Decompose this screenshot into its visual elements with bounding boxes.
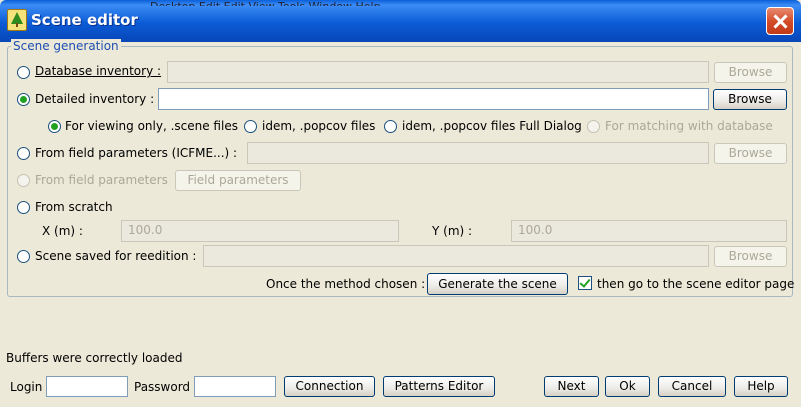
- ok-button[interactable]: Ok: [605, 376, 650, 397]
- go-to-editor-checkbox[interactable]: [578, 276, 592, 290]
- close-button[interactable]: [766, 7, 794, 35]
- popcov-full-dialog-label: idem, .popcov files Full Dialog: [402, 119, 582, 133]
- scene-saved-browse-button[interactable]: Browse: [714, 246, 787, 267]
- database-inventory-radio[interactable]: [17, 66, 30, 79]
- generate-scene-button[interactable]: Generate the scene: [427, 273, 568, 295]
- next-button[interactable]: Next: [544, 376, 599, 397]
- scene-saved-radio[interactable]: [17, 250, 30, 263]
- group-title: Scene generation: [11, 39, 121, 53]
- detailed-inventory-field[interactable]: [158, 88, 709, 110]
- field-parameters-button[interactable]: Field parameters: [175, 170, 301, 191]
- database-inventory-browse-button[interactable]: Browse: [714, 62, 787, 83]
- status-message: Buffers were correctly loaded: [6, 351, 183, 365]
- from-scratch-label: From scratch: [35, 200, 113, 214]
- login-label: Login: [10, 380, 43, 394]
- connection-button[interactable]: Connection: [284, 376, 375, 397]
- check-icon: [579, 276, 591, 288]
- method-chosen-label: Once the method chosen :: [266, 277, 426, 291]
- field-params-radio[interactable]: [17, 174, 30, 187]
- detailed-inventory-radio[interactable]: [17, 93, 30, 106]
- detailed-inventory-browse-button[interactable]: Browse: [713, 89, 787, 110]
- y-label: Y (m) :: [432, 224, 473, 238]
- x-field[interactable]: 100.0: [121, 220, 399, 242]
- matching-database-radio[interactable]: [587, 120, 600, 133]
- cancel-button[interactable]: Cancel: [658, 376, 726, 397]
- login-field[interactable]: [46, 376, 128, 397]
- viewing-scene-files-radio[interactable]: [48, 120, 61, 133]
- scene-saved-label: Scene saved for reedition :: [35, 249, 197, 263]
- patterns-editor-button[interactable]: Patterns Editor: [383, 376, 495, 397]
- field-params-icfme-radio[interactable]: [17, 147, 30, 160]
- popcov-files-label: idem, .popcov files: [262, 119, 376, 133]
- matching-database-label: For matching with database: [605, 119, 773, 133]
- scene-saved-field[interactable]: [203, 245, 709, 267]
- field-params-icfme-label: From field parameters (ICFME...) :: [35, 146, 238, 160]
- field-params-icfme-browse-button[interactable]: Browse: [714, 143, 787, 164]
- y-field[interactable]: 100.0: [511, 220, 787, 242]
- database-inventory-field[interactable]: [167, 61, 709, 83]
- field-params-icfme-field[interactable]: [247, 142, 709, 164]
- go-to-editor-label: then go to the scene editor page: [597, 277, 795, 291]
- viewing-scene-files-label: For viewing only, .scene files: [65, 119, 238, 133]
- help-button[interactable]: Help: [734, 376, 788, 397]
- from-scratch-radio[interactable]: [17, 201, 30, 214]
- password-label: Password: [134, 380, 191, 394]
- background-menu-strip: Desktop Edit Edit View Tools Window Help: [150, 0, 381, 6]
- tree-app-icon: [7, 9, 27, 31]
- detailed-inventory-label: Detailed inventory :: [35, 92, 155, 106]
- x-label: X (m) :: [42, 224, 83, 238]
- password-field[interactable]: [194, 376, 276, 397]
- field-params-label: From field parameters: [35, 173, 168, 187]
- popcov-full-dialog-radio[interactable]: [384, 120, 397, 133]
- popcov-files-radio[interactable]: [244, 120, 257, 133]
- database-inventory-label: Database inventory :: [35, 64, 162, 78]
- window-title: Scene editor: [31, 11, 138, 29]
